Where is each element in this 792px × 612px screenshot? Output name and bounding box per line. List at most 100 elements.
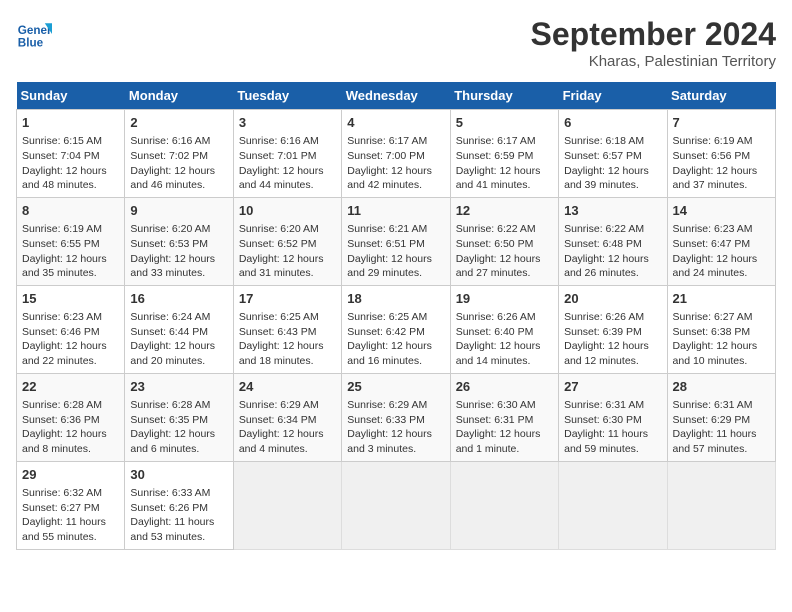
day-info-line: Sunrise: 6:30 AM [456, 398, 553, 413]
day-number: 11 [347, 202, 444, 220]
day-number: 29 [22, 466, 119, 484]
day-info-line: Daylight: 12 hours [22, 164, 119, 179]
day-info-line: Daylight: 12 hours [347, 252, 444, 267]
day-info-line: and 22 minutes. [22, 354, 119, 369]
calendar-cell: 22 Sunrise: 6:28 AMSunset: 6:36 PMDayligh… [17, 373, 125, 461]
day-info-line: and 6 minutes. [130, 442, 227, 457]
day-info-line: Sunset: 6:44 PM [130, 325, 227, 340]
calendar-cell: 27Sunrise: 6:31 AMSunset: 6:30 PMDayligh… [559, 373, 667, 461]
day-info-line: Sunset: 6:33 PM [347, 413, 444, 428]
week-row-1: 1Sunrise: 6:15 AMSunset: 7:04 PMDaylight… [17, 110, 776, 198]
col-header-monday: Monday [125, 82, 233, 110]
day-info-line: Daylight: 11 hours [22, 515, 119, 530]
calendar-cell: 29 Sunrise: 6:32 AMSunset: 6:27 PMDayligh… [17, 461, 125, 549]
day-info-line: Sunset: 6:39 PM [564, 325, 661, 340]
day-info-line: Sunrise: 6:26 AM [564, 310, 661, 325]
day-number: 8 [22, 202, 119, 220]
day-info-line: Sunrise: 6:21 AM [347, 222, 444, 237]
day-info-line: Sunset: 6:36 PM [22, 413, 119, 428]
calendar-cell: 13Sunrise: 6:22 AMSunset: 6:48 PMDayligh… [559, 197, 667, 285]
calendar-cell: 28Sunrise: 6:31 AMSunset: 6:29 PMDayligh… [667, 373, 775, 461]
calendar-cell [667, 461, 775, 549]
day-info-line: Sunset: 6:51 PM [347, 237, 444, 252]
calendar-cell: 1Sunrise: 6:15 AMSunset: 7:04 PMDaylight… [17, 110, 125, 198]
day-info-line: Sunrise: 6:22 AM [564, 222, 661, 237]
month-title: September 2024 [531, 16, 776, 53]
day-info-line: Sunset: 6:57 PM [564, 149, 661, 164]
day-info-line: Daylight: 12 hours [239, 252, 336, 267]
day-info-line: Sunrise: 6:16 AM [239, 134, 336, 149]
day-info-line: and 18 minutes. [239, 354, 336, 369]
day-info-line: Sunset: 6:31 PM [456, 413, 553, 428]
calendar-cell: 23Sunrise: 6:28 AMSunset: 6:35 PMDayligh… [125, 373, 233, 461]
calendar-cell: 3Sunrise: 6:16 AMSunset: 7:01 PMDaylight… [233, 110, 341, 198]
day-info-line: Sunset: 6:29 PM [673, 413, 770, 428]
day-number: 4 [347, 114, 444, 132]
day-info-line: Sunset: 6:26 PM [130, 501, 227, 516]
day-info-line: Sunset: 7:01 PM [239, 149, 336, 164]
day-info-line: and 16 minutes. [347, 354, 444, 369]
day-number: 2 [130, 114, 227, 132]
day-info-line: and 44 minutes. [239, 178, 336, 193]
day-info-line: and 1 minute. [456, 442, 553, 457]
day-number: 16 [130, 290, 227, 308]
calendar-cell: 15Sunrise: 6:23 AMSunset: 6:46 PMDayligh… [17, 285, 125, 373]
day-info-line: and 53 minutes. [130, 530, 227, 545]
day-info-line: Daylight: 12 hours [22, 252, 119, 267]
day-info-line: Sunset: 6:48 PM [564, 237, 661, 252]
calendar-table: SundayMondayTuesdayWednesdayThursdayFrid… [16, 82, 776, 550]
location-title: Kharas, Palestinian Territory [531, 53, 776, 70]
day-info-line: Sunset: 6:46 PM [22, 325, 119, 340]
col-header-friday: Friday [559, 82, 667, 110]
day-info-line: Sunset: 6:55 PM [22, 237, 119, 252]
calendar-cell: 7Sunrise: 6:19 AMSunset: 6:56 PMDaylight… [667, 110, 775, 198]
day-info-line: and 24 minutes. [673, 266, 770, 281]
calendar-cell: 26Sunrise: 6:30 AMSunset: 6:31 PMDayligh… [450, 373, 558, 461]
day-number: 1 [22, 114, 119, 132]
day-info-line: Sunset: 6:56 PM [673, 149, 770, 164]
svg-text:Blue: Blue [18, 37, 44, 50]
calendar-cell: 14Sunrise: 6:23 AMSunset: 6:47 PMDayligh… [667, 197, 775, 285]
day-number: 28 [673, 378, 770, 396]
day-info-line: Daylight: 11 hours [130, 515, 227, 530]
col-header-saturday: Saturday [667, 82, 775, 110]
day-info-line: Daylight: 12 hours [347, 164, 444, 179]
day-info-line: Sunrise: 6:28 AM [22, 398, 119, 413]
day-info-line: Daylight: 12 hours [130, 339, 227, 354]
calendar-cell: 20Sunrise: 6:26 AMSunset: 6:39 PMDayligh… [559, 285, 667, 373]
day-info-line: Sunrise: 6:22 AM [456, 222, 553, 237]
calendar-cell: 4Sunrise: 6:17 AMSunset: 7:00 PMDaylight… [342, 110, 450, 198]
calendar-cell: 19Sunrise: 6:26 AMSunset: 6:40 PMDayligh… [450, 285, 558, 373]
day-info-line: and 26 minutes. [564, 266, 661, 281]
day-number: 22 [22, 378, 119, 396]
day-info-line: Sunrise: 6:33 AM [130, 486, 227, 501]
day-info-line: Sunset: 6:27 PM [22, 501, 119, 516]
day-info-line: Daylight: 11 hours [564, 427, 661, 442]
day-number: 12 [456, 202, 553, 220]
day-info-line: and 42 minutes. [347, 178, 444, 193]
day-info-line: Daylight: 12 hours [130, 427, 227, 442]
day-info-line: Daylight: 12 hours [22, 427, 119, 442]
day-number: 15 [22, 290, 119, 308]
day-info-line: Daylight: 12 hours [130, 252, 227, 267]
day-info-line: Sunrise: 6:32 AM [22, 486, 119, 501]
day-info-line: Daylight: 12 hours [673, 339, 770, 354]
day-info-line: Daylight: 12 hours [239, 427, 336, 442]
day-info-line: Daylight: 12 hours [456, 164, 553, 179]
calendar-cell: 30Sunrise: 6:33 AMSunset: 6:26 PMDayligh… [125, 461, 233, 549]
day-number: 7 [673, 114, 770, 132]
day-number: 5 [456, 114, 553, 132]
col-header-tuesday: Tuesday [233, 82, 341, 110]
day-info-line: and 57 minutes. [673, 442, 770, 457]
day-number: 24 [239, 378, 336, 396]
day-info-line: Sunrise: 6:19 AM [22, 222, 119, 237]
day-number: 27 [564, 378, 661, 396]
day-number: 20 [564, 290, 661, 308]
week-row-5: 29Sunrise: 6:32 AMSunset: 6:27 PMDayligh… [17, 461, 776, 549]
day-info-line: Sunrise: 6:31 AM [564, 398, 661, 413]
logo-icon: General Blue [16, 16, 52, 52]
day-info-line: Sunrise: 6:17 AM [347, 134, 444, 149]
day-info-line: Sunrise: 6:20 AM [130, 222, 227, 237]
day-info-line: and 10 minutes. [673, 354, 770, 369]
day-info-line: and 29 minutes. [347, 266, 444, 281]
